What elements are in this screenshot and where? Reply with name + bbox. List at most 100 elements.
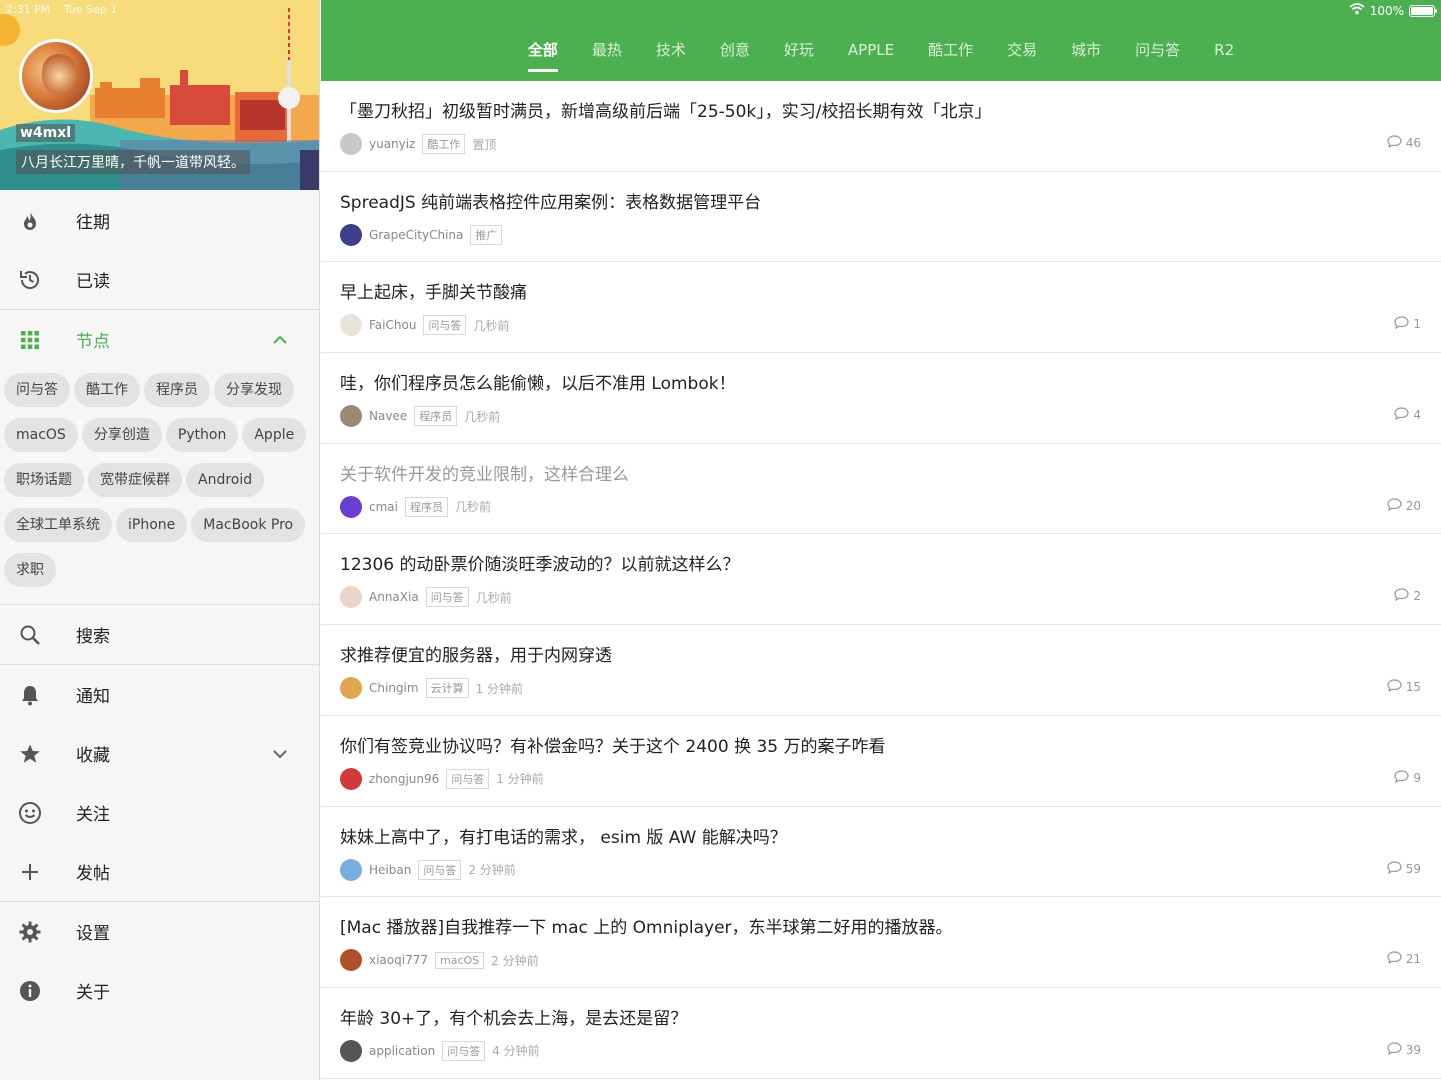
- author-avatar[interactable]: [340, 495, 362, 518]
- node-chip[interactable]: 求职: [4, 553, 56, 587]
- sidebar-item-settings[interactable]: 设置: [0, 902, 319, 961]
- topic-title[interactable]: 关于软件开发的竞业限制，这样合理么: [340, 460, 629, 485]
- topic-title[interactable]: 「墨刀秋招」初级暂时满员，新增高级前后端「25-50k」，实习/校招长期有效「北…: [340, 97, 991, 122]
- star-icon: [18, 742, 42, 766]
- tab-7[interactable]: 交易: [990, 36, 1054, 76]
- author-avatar[interactable]: [340, 767, 362, 790]
- tab-10[interactable]: R2: [1197, 36, 1251, 76]
- author-avatar[interactable]: [340, 133, 362, 155]
- node-chip[interactable]: 程序员: [144, 373, 210, 407]
- topic-row[interactable]: 求推荐便宜的服务器，用于内网穿透 Chingim 云计算 1 分钟前 15: [321, 625, 1441, 716]
- topic-row[interactable]: SpreadJS 纯前端表格控件应用案例：表格数据管理平台 GrapeCityCh…: [321, 172, 1441, 263]
- author-avatar[interactable]: [340, 858, 362, 881]
- node-chip[interactable]: 分享创造: [81, 418, 162, 452]
- tab-5[interactable]: APPLE: [831, 36, 911, 76]
- sidebar-item-new-post[interactable]: 发帖: [0, 842, 319, 901]
- sidebar-item-history[interactable]: 往期: [0, 191, 319, 250]
- chevron-down-icon[interactable]: [273, 744, 287, 764]
- node-chip[interactable]: 宽带症候群: [88, 463, 182, 497]
- node-tag[interactable]: 问与答: [442, 1040, 486, 1061]
- author-name[interactable]: Navee: [369, 409, 407, 423]
- node-chip[interactable]: macOS: [4, 418, 78, 452]
- tab-6[interactable]: 酷工作: [911, 36, 990, 76]
- topic-row[interactable]: 关于软件开发的竞业限制，这样合理么 cmai 程序员 几秒前 20: [321, 444, 1441, 535]
- chevron-up-icon[interactable]: [273, 330, 287, 350]
- tab-4[interactable]: 好玩: [767, 36, 831, 76]
- author-name[interactable]: AnnaXia: [369, 590, 419, 604]
- tab-3[interactable]: 创意: [703, 36, 767, 76]
- topic-title[interactable]: 哇，你们程序员怎么能偷懒，以后不准用 Lombok！: [340, 369, 736, 394]
- node-tag[interactable]: 推广: [470, 224, 503, 245]
- author-name[interactable]: FaiChou: [369, 318, 416, 332]
- sidebar-item-about[interactable]: 关于: [0, 961, 319, 1020]
- topic-row[interactable]: 年龄 30+了，有个机会去上海，是去还是留？ application 问与答 4 分钟…: [321, 988, 1441, 1079]
- comment-icon: [1387, 135, 1402, 151]
- node-chip[interactable]: Apple: [242, 418, 307, 452]
- node-tag[interactable]: 问与答: [418, 859, 462, 880]
- node-tag[interactable]: 问与答: [425, 587, 469, 608]
- topic-meta: AnnaXia 问与答 几秒前: [340, 586, 512, 609]
- topic-row[interactable]: 「墨刀秋招」初级暂时满员，新增高级前后端「25-50k」，实习/校招长期有效「北…: [321, 81, 1441, 172]
- tab-2[interactable]: 技术: [639, 36, 703, 76]
- node-chip[interactable]: 全球工单系统: [4, 508, 112, 542]
- author-avatar[interactable]: [340, 949, 362, 972]
- node-tag[interactable]: 程序员: [414, 406, 458, 427]
- node-tag[interactable]: 云计算: [425, 678, 469, 699]
- node-chip[interactable]: iPhone: [116, 508, 188, 542]
- topic-title[interactable]: 求推荐便宜的服务器，用于内网穿透: [340, 641, 612, 666]
- sidebar-item-read[interactable]: 已读: [0, 250, 319, 309]
- tab-9[interactable]: 问与答: [1118, 36, 1197, 76]
- author-avatar[interactable]: [340, 677, 362, 700]
- topic-row[interactable]: 早上起床，手脚关节酸痛 FaiChou 问与答 几秒前 1: [321, 262, 1441, 354]
- author-avatar[interactable]: [340, 405, 362, 428]
- node-chip[interactable]: 分享发现: [214, 373, 294, 407]
- topic-title[interactable]: SpreadJS 纯前端表格控件应用案例：表格数据管理平台: [340, 188, 761, 213]
- author-name[interactable]: cmai: [369, 500, 398, 514]
- sidebar-item-following[interactable]: 关注: [0, 783, 319, 842]
- author-avatar[interactable]: [340, 314, 362, 337]
- topic-title[interactable]: 妹妹上高中了，有打电话的需求， esim 版 AW 能解决吗？: [340, 823, 787, 848]
- node-tag[interactable]: 问与答: [423, 315, 467, 336]
- node-chip[interactable]: MacBook Pro: [191, 508, 306, 542]
- topic-row[interactable]: 12306 的动卧票价随淡旺季波动的？以前就这样么？ AnnaXia 问与答 几秒前 2: [321, 534, 1441, 626]
- author-name[interactable]: GrapeCityChina: [369, 228, 463, 242]
- sidebar-item-search[interactable]: 搜索: [0, 605, 319, 664]
- node-chip[interactable]: Python: [165, 418, 239, 452]
- sidebar-item-notifications[interactable]: 通知: [0, 665, 319, 724]
- node-chip[interactable]: 职场话题: [4, 463, 84, 497]
- node-chip[interactable]: 问与答: [4, 373, 70, 407]
- tab-1[interactable]: 最热: [575, 36, 639, 76]
- topic-title[interactable]: [Mac 播放器]自我推荐一下 mac 上的 Omniplayer，东半球第二好…: [340, 913, 953, 938]
- author-avatar[interactable]: [340, 223, 362, 246]
- sidebar-item-favorites[interactable]: 收藏: [0, 724, 319, 783]
- reply-number: 59: [1405, 861, 1421, 876]
- node-tag[interactable]: 程序员: [404, 496, 448, 517]
- topic-title[interactable]: 早上起床，手脚关节酸痛: [340, 278, 527, 303]
- topic-title[interactable]: 12306 的动卧票价随淡旺季波动的？以前就这样么？: [340, 550, 739, 575]
- author-name[interactable]: application: [369, 1044, 435, 1058]
- node-tag[interactable]: 酷工作: [422, 134, 466, 154]
- author-name[interactable]: Heiban: [369, 863, 411, 877]
- node-tag[interactable]: macOS: [435, 951, 485, 969]
- sidebar-item-nodes[interactable]: 节点: [0, 310, 319, 369]
- topic-row[interactable]: 你们有签竞业协议吗？有补偿金吗？关于这个 2400 换 35 万的案子咋看 zho…: [321, 716, 1441, 807]
- author-avatar[interactable]: [340, 586, 362, 609]
- author-name[interactable]: xiaoqi777: [369, 953, 428, 967]
- topic-list: 「墨刀秋招」初级暂时满员，新增高级前后端「25-50k」，实习/校招长期有效「北…: [321, 81, 1441, 1080]
- tab-8[interactable]: 城市: [1054, 36, 1118, 76]
- author-name[interactable]: yuanyiz: [369, 137, 415, 151]
- node-chip[interactable]: Android: [186, 463, 265, 497]
- author-avatar[interactable]: [340, 1039, 362, 1062]
- profile-banner[interactable]: 2:31 PM Tue Sep 1 w4mxl 八月长江万里晴，千帆一道带风轻。: [0, 0, 319, 190]
- topic-row[interactable]: 哇，你们程序员怎么能偷懒，以后不准用 Lombok！ Navee 程序员 几秒前 4: [321, 353, 1441, 444]
- topic-title[interactable]: 你们有签竞业协议吗？有补偿金吗？关于这个 2400 换 35 万的案子咋看: [340, 732, 886, 757]
- node-chip[interactable]: 酷工作: [74, 373, 140, 407]
- avatar[interactable]: [19, 39, 93, 113]
- tab-0[interactable]: 全部: [511, 36, 575, 76]
- node-tag[interactable]: 问与答: [446, 768, 490, 789]
- author-name[interactable]: Chingim: [369, 681, 419, 695]
- author-name[interactable]: zhongjun96: [369, 772, 439, 786]
- topic-row[interactable]: 妹妹上高中了，有打电话的需求， esim 版 AW 能解决吗？ Heiban 问与答…: [321, 807, 1441, 898]
- topic-row[interactable]: [Mac 播放器]自我推荐一下 mac 上的 Omniplayer，东半球第二好…: [321, 897, 1441, 988]
- topic-title[interactable]: 年龄 30+了，有个机会去上海，是去还是留？: [340, 1004, 687, 1029]
